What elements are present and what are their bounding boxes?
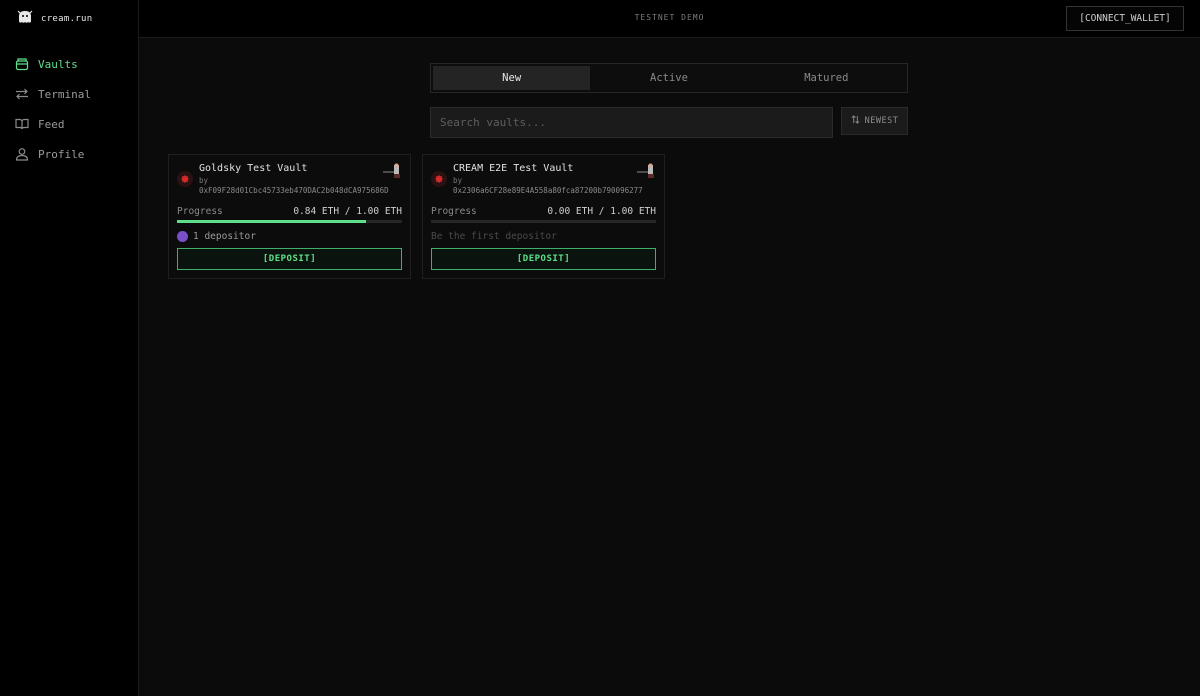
sidebar-nav: Vaults Terminal Feed Profile bbox=[0, 49, 138, 169]
depositors: 1 depositor bbox=[177, 230, 402, 242]
vault-thumbnail bbox=[382, 163, 402, 179]
progress-value: 0.00 ETH / 1.00 ETH bbox=[547, 206, 656, 217]
deposit-button[interactable]: [DEPOSIT] bbox=[431, 248, 656, 270]
progress-bar bbox=[431, 220, 656, 223]
cream-logo-icon bbox=[17, 9, 33, 28]
sidebar-item-label: Profile bbox=[38, 147, 85, 161]
sidebar-item-label: Vaults bbox=[38, 57, 78, 71]
vault-name: CREAM E2E Test Vault bbox=[453, 163, 574, 174]
tab-matured[interactable]: Matured bbox=[748, 66, 905, 90]
swap-icon bbox=[15, 87, 29, 101]
connect-wallet-button[interactable]: [CONNECT_WALLET] bbox=[1066, 6, 1184, 31]
sidebar-item-label: Terminal bbox=[38, 87, 91, 101]
vault-card[interactable]: CREAM E2E Test Vault by 0x2306a6CF28e89E… bbox=[422, 154, 665, 279]
first-depositor-hint: Be the first depositor bbox=[431, 230, 557, 242]
testnet-badge: TESTNET DEMO bbox=[634, 13, 705, 22]
depositors-count: 1 depositor bbox=[193, 230, 256, 242]
vault-filter-tabs: New Active Matured bbox=[430, 63, 908, 93]
creator-address[interactable]: 0x2306a6CF28e89E4A558a80fca87200b7900962… bbox=[453, 186, 643, 195]
sort-button[interactable]: NEWEST bbox=[841, 107, 908, 135]
vault-avatar bbox=[177, 171, 193, 187]
progress-label: Progress bbox=[431, 206, 477, 217]
sidebar: cream.run Vaults Terminal Feed Profile bbox=[0, 0, 139, 696]
vault-by-label: by bbox=[199, 176, 209, 185]
depositor-avatar bbox=[177, 230, 188, 242]
box-icon bbox=[15, 57, 29, 71]
progress-label: Progress bbox=[177, 206, 223, 217]
sort-arrows-icon bbox=[851, 115, 860, 127]
deposit-button[interactable]: [DEPOSIT] bbox=[177, 248, 402, 270]
progress-bar-fill bbox=[177, 220, 366, 223]
tab-active[interactable]: Active bbox=[590, 66, 747, 90]
sidebar-item-profile[interactable]: Profile bbox=[0, 139, 138, 169]
vault-by-label: by bbox=[453, 176, 463, 185]
sidebar-item-label: Feed bbox=[38, 117, 65, 131]
depositors: Be the first depositor bbox=[431, 230, 656, 242]
vault-thumbnail bbox=[636, 163, 656, 179]
book-icon bbox=[15, 117, 29, 131]
user-icon bbox=[15, 147, 29, 161]
progress-bar bbox=[177, 220, 402, 223]
progress-value: 0.84 ETH / 1.00 ETH bbox=[293, 206, 402, 217]
creator-address[interactable]: 0xF09F28d01Cbc45733eb470DAC2b048dCA97568… bbox=[199, 186, 389, 195]
vault-avatar bbox=[431, 171, 447, 187]
tab-new[interactable]: New bbox=[433, 66, 591, 90]
vault-card[interactable]: Goldsky Test Vault by 0xF09F28d01Cbc4573… bbox=[168, 154, 411, 279]
brand[interactable]: cream.run bbox=[0, 0, 138, 37]
sidebar-item-vaults[interactable]: Vaults bbox=[0, 49, 138, 79]
vault-name: Goldsky Test Vault bbox=[199, 163, 308, 174]
brand-name: cream.run bbox=[41, 13, 93, 24]
sidebar-item-feed[interactable]: Feed bbox=[0, 109, 138, 139]
search-input[interactable] bbox=[430, 107, 833, 138]
sidebar-item-terminal[interactable]: Terminal bbox=[0, 79, 138, 109]
main-content: New Active Matured NEWEST Goldsky Test V… bbox=[139, 38, 1200, 696]
sort-label: NEWEST bbox=[864, 116, 899, 126]
top-bar: TESTNET DEMO [CONNECT_WALLET] bbox=[139, 0, 1200, 38]
